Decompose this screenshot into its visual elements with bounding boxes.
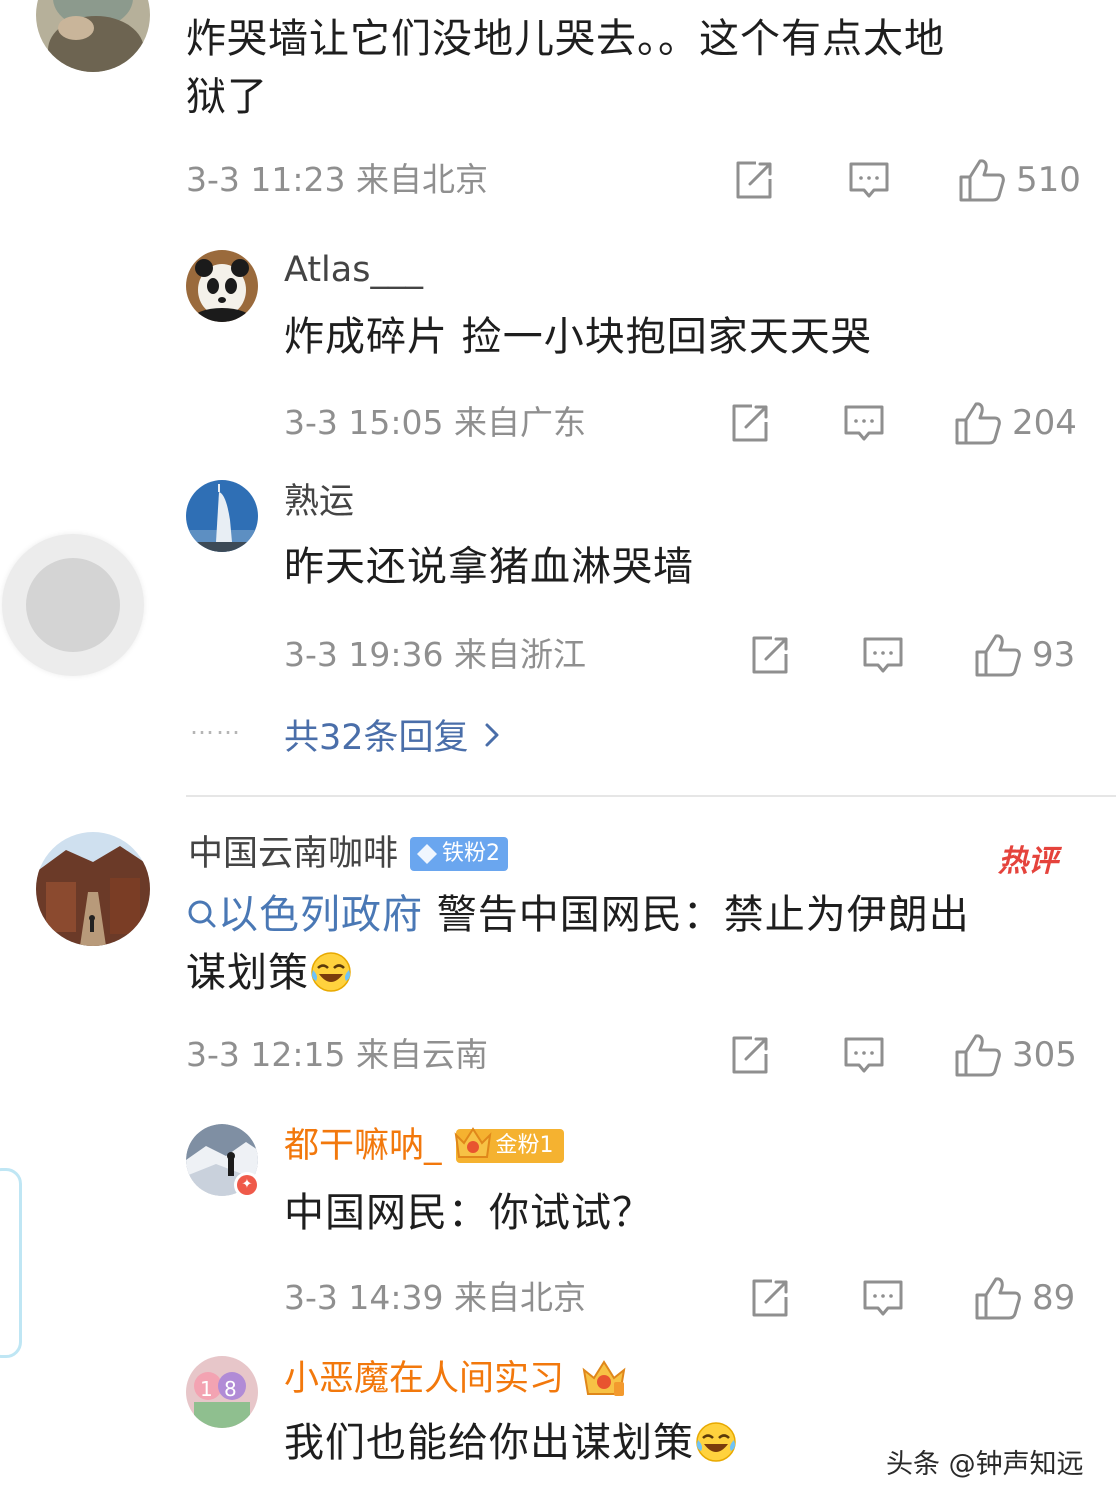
share-icon <box>750 1278 790 1318</box>
comment-button[interactable] <box>848 160 890 200</box>
like-icon <box>974 632 1022 678</box>
share-button[interactable] <box>750 1278 790 1318</box>
comment-button[interactable] <box>843 1035 885 1075</box>
share-button[interactable] <box>730 403 770 443</box>
share-icon <box>730 1035 770 1075</box>
fan-badge: 铁粉2 <box>410 837 509 871</box>
floating-button-inner <box>26 558 120 652</box>
share-button[interactable] <box>750 635 790 675</box>
topic-label: 以色列政府 <box>218 892 423 938</box>
comment-text: 炸哭墙让它们没地儿哭去。。这个有点太地 狱了 <box>186 16 945 120</box>
crown-icon <box>454 1127 491 1158</box>
fan-badge-label: 铁粉2 <box>442 841 501 866</box>
like-icon <box>974 1275 1022 1321</box>
like-count: 89 <box>1032 1278 1076 1318</box>
like-button[interactable]: 305 <box>954 1032 1077 1078</box>
reply-text: 炸成碎片 捡一小块抱回家天天哭 <box>284 314 872 360</box>
comment-icon <box>843 1035 885 1075</box>
comment-meta: 3-3 12:15 来自云南 <box>186 1035 488 1074</box>
svg-text:1: 1 <box>200 1377 213 1401</box>
laughing-tears-emoji-icon <box>311 952 351 992</box>
share-button[interactable] <box>730 1035 770 1075</box>
more-replies-link[interactable]: 共32条回复 <box>284 709 501 760</box>
like-button[interactable]: 93 <box>974 632 1075 678</box>
like-count: 204 <box>1012 403 1077 443</box>
verified-badge: ✦ <box>234 1172 260 1198</box>
comment-text: 以色列政府 警告中国网民：禁止为伊朗出 谋划策 <box>186 886 1086 1002</box>
hot-tag-label: 热评 <box>998 844 1058 879</box>
like-button[interactable]: 510 <box>958 157 1081 203</box>
avatar[interactable]: ✦ <box>186 1124 260 1198</box>
avatar[interactable] <box>186 250 258 322</box>
like-button[interactable]: 89 <box>974 1275 1075 1321</box>
search-icon <box>188 900 216 928</box>
reply-text: 昨天还说拿猪血淋哭墙 <box>284 544 694 590</box>
floating-assistive-button[interactable] <box>2 534 144 676</box>
like-count: 510 <box>1016 160 1081 200</box>
reply-text-label: 我们也能给你出谋划策 <box>284 1420 694 1466</box>
like-icon <box>958 157 1006 203</box>
reply-username[interactable]: 都干嘛呐_ 金粉1 <box>284 1124 564 1168</box>
comment-text-line2: 谋划策 <box>186 950 309 996</box>
topic-link[interactable]: 以色列政府 <box>186 892 423 938</box>
share-icon <box>750 635 790 675</box>
share-button[interactable] <box>734 160 774 200</box>
reply-meta: 3-3 15:05 来自广东 <box>284 403 586 442</box>
like-icon <box>954 1032 1002 1078</box>
comment-icon <box>843 403 885 443</box>
reply-username[interactable]: Atlas___ <box>284 248 423 292</box>
comment-button[interactable] <box>862 1278 904 1318</box>
reply-meta: 3-3 19:36 来自浙江 <box>284 635 586 674</box>
avatar[interactable]: 1 8 <box>186 1356 258 1428</box>
comment-button[interactable] <box>843 403 885 443</box>
reply-text: 中国网民：你试试？ <box>284 1190 653 1236</box>
share-icon <box>730 403 770 443</box>
svg-text:8: 8 <box>224 1377 237 1401</box>
like-button[interactable]: 204 <box>954 400 1077 446</box>
reply-username[interactable]: 熟运 <box>284 480 354 524</box>
like-count: 305 <box>1012 1035 1077 1075</box>
watermark: 头条 @钟声知远 <box>886 1449 1084 1480</box>
laughing-tears-emoji-icon <box>696 1422 736 1462</box>
more-replies-dots: …… <box>190 712 242 740</box>
crown-icon <box>582 1360 626 1396</box>
reply-meta: 3-3 14:39 来自北京 <box>284 1278 586 1317</box>
username-label: 都干嘛呐_ <box>284 1126 442 1166</box>
comment-username[interactable]: 中国云南咖啡 铁粉2 <box>188 832 509 876</box>
comment-button[interactable] <box>862 635 904 675</box>
avatar[interactable] <box>186 480 258 552</box>
reply-username[interactable]: 小恶魔在人间实习 <box>284 1356 630 1402</box>
like-count: 93 <box>1032 635 1076 675</box>
comment-meta: 3-3 11:23 来自北京 <box>186 160 488 199</box>
gold-fan-badge: 金粉1 <box>454 1127 564 1163</box>
divider <box>186 795 1116 797</box>
hot-comment-tag: 热评 <box>998 836 1058 880</box>
edge-panel-handle[interactable] <box>0 1168 22 1358</box>
comment-icon <box>862 635 904 675</box>
avatar[interactable] <box>36 0 150 72</box>
like-icon <box>954 400 1002 446</box>
share-icon <box>734 160 774 200</box>
diamond-icon <box>417 844 438 864</box>
avatar[interactable] <box>36 832 150 946</box>
comment-icon <box>862 1278 904 1318</box>
username-label: 中国云南咖啡 <box>188 834 399 874</box>
username-label: 小恶魔在人间实习 <box>284 1359 565 1399</box>
reply-text: 我们也能给你出谋划策 <box>284 1414 738 1472</box>
chevron-right-icon <box>485 723 499 746</box>
more-replies-label: 共32条回复 <box>284 718 469 758</box>
gold-badge-label: 金粉1 <box>495 1133 554 1158</box>
comment-icon <box>848 160 890 200</box>
comment-text-line1: 警告中国网民：禁止为伊朗出 <box>423 892 970 938</box>
